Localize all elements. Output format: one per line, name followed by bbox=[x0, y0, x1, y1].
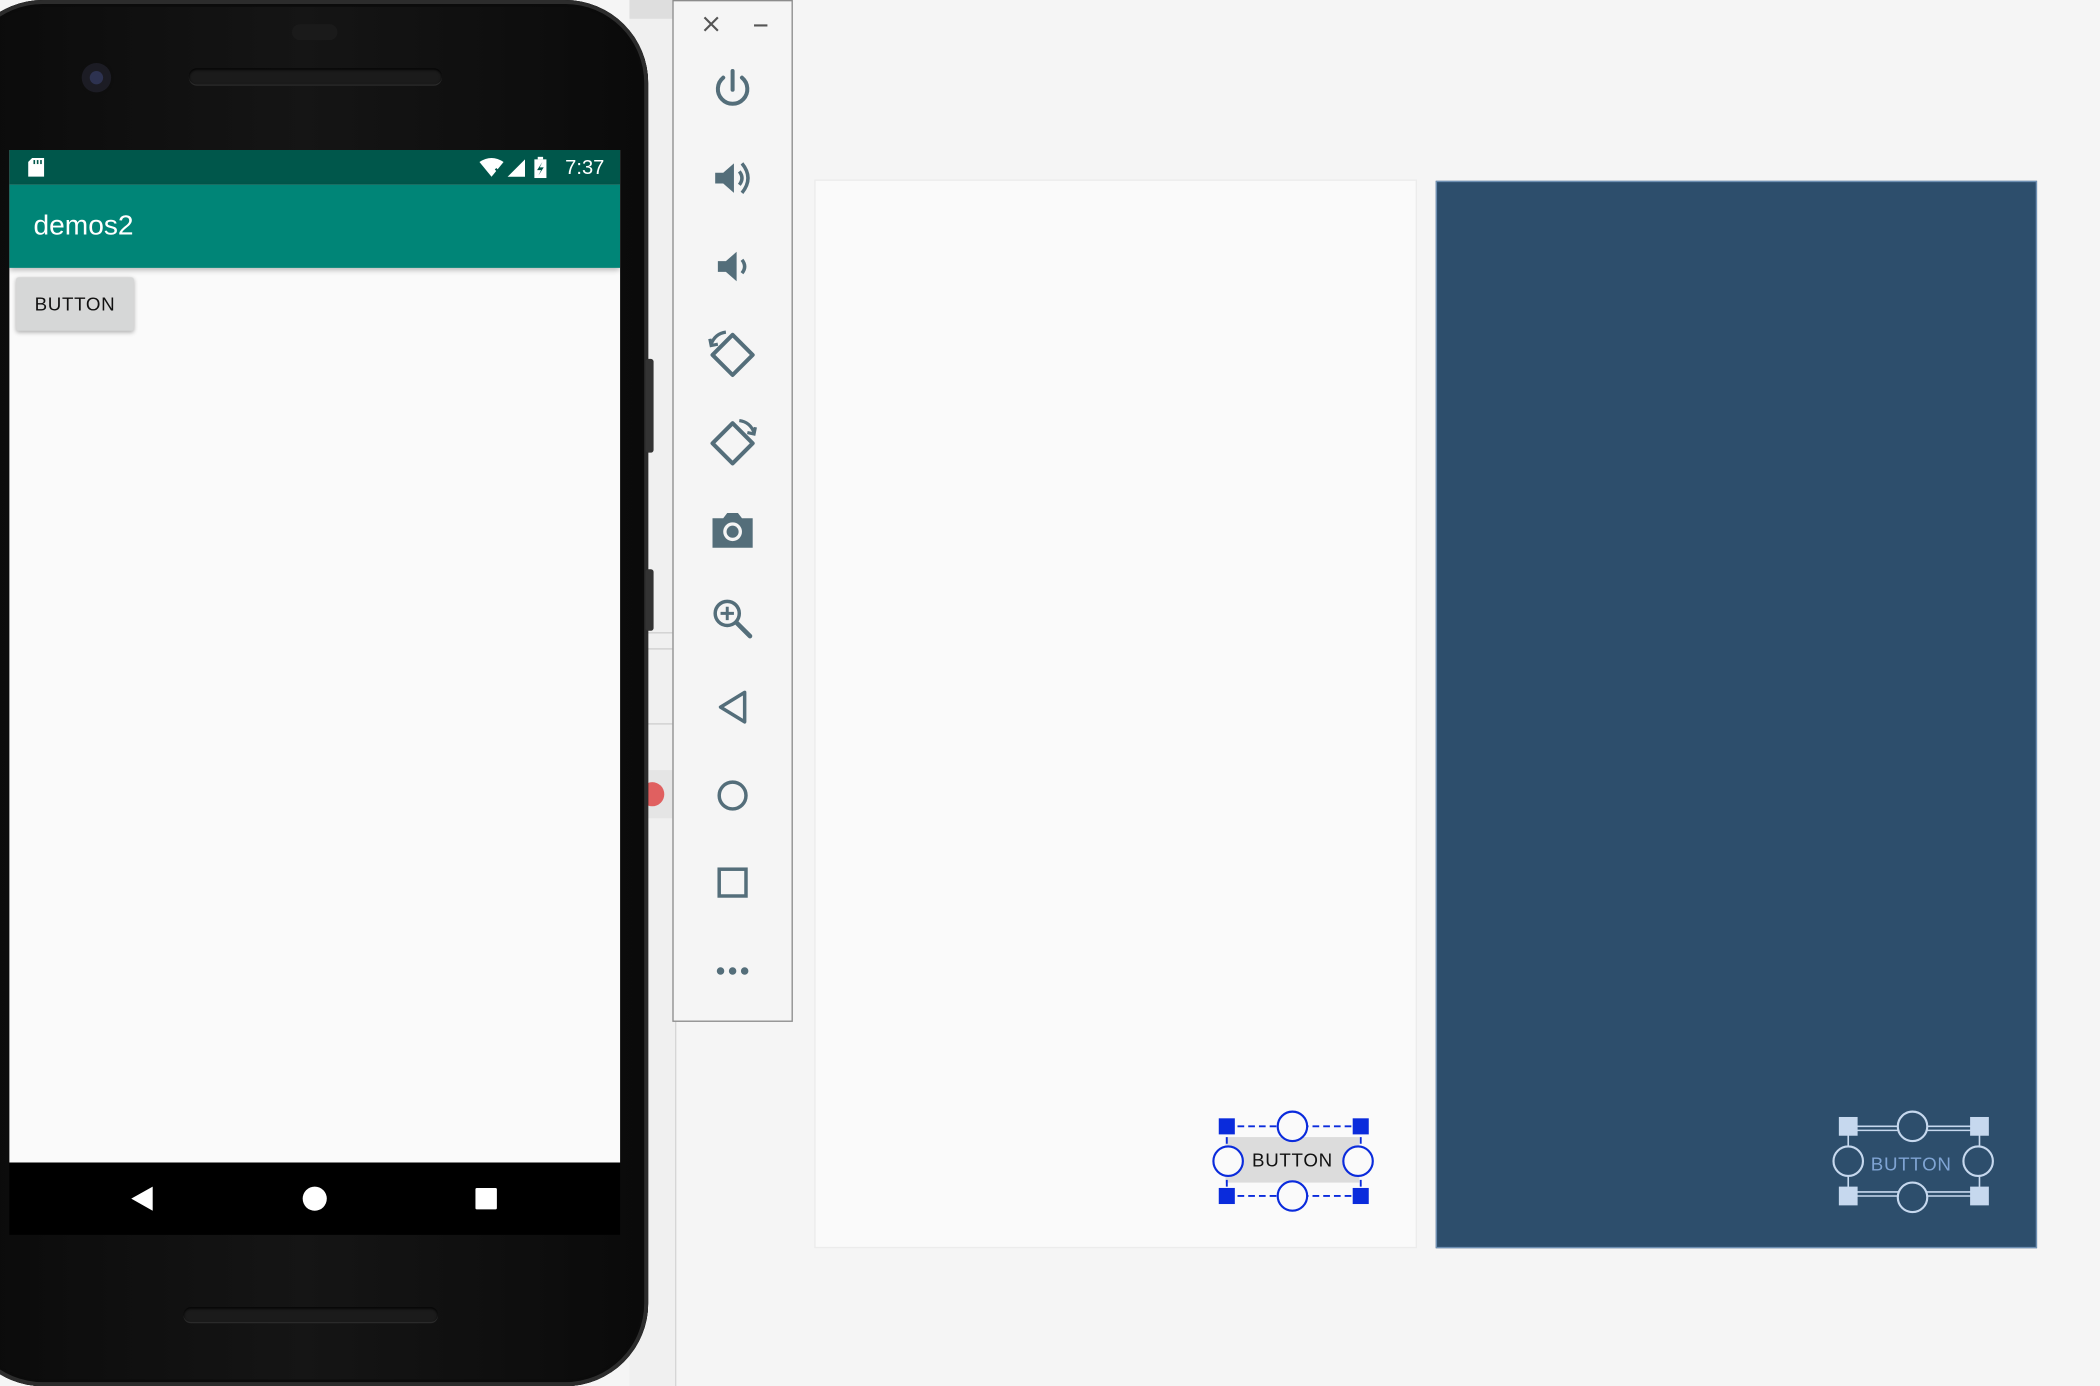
blueprint-surface[interactable] bbox=[1435, 180, 2038, 1249]
close-icon[interactable] bbox=[699, 12, 723, 36]
constraint-anchor[interactable] bbox=[1832, 1145, 1865, 1177]
camera-lens bbox=[89, 70, 104, 85]
selection-handles[interactable] bbox=[1207, 1105, 1381, 1212]
resize-handle[interactable] bbox=[1838, 1186, 1858, 1206]
constraint-anchor[interactable] bbox=[1276, 1180, 1309, 1212]
camera-icon[interactable] bbox=[706, 504, 760, 558]
phone-screen: 7:37 demos2 BUTTON bbox=[9, 150, 621, 1163]
home-icon[interactable] bbox=[706, 769, 760, 823]
wifi-icon bbox=[479, 158, 504, 177]
battery-charging-icon bbox=[534, 156, 547, 179]
volume-down-icon[interactable] bbox=[706, 240, 760, 294]
resize-handle[interactable] bbox=[1218, 1118, 1235, 1135]
recents-square-icon[interactable] bbox=[474, 1185, 498, 1212]
zoom-in-icon[interactable] bbox=[706, 592, 760, 646]
volume-up-icon[interactable] bbox=[706, 151, 760, 205]
navigation-bar bbox=[9, 1162, 621, 1235]
sd-card-icon bbox=[28, 158, 45, 177]
resize-handle[interactable] bbox=[1970, 1186, 1989, 1206]
status-icons bbox=[479, 156, 547, 179]
phone-volume-key[interactable] bbox=[645, 569, 654, 631]
resize-handle[interactable] bbox=[1352, 1118, 1369, 1135]
resize-handle[interactable] bbox=[1838, 1116, 1858, 1136]
app-button[interactable]: BUTTON bbox=[16, 277, 134, 331]
bottom-speaker bbox=[183, 1307, 438, 1322]
constraint-anchor[interactable] bbox=[1212, 1145, 1244, 1177]
back-icon[interactable] bbox=[706, 680, 760, 734]
front-sensor bbox=[291, 24, 338, 41]
phone-power-key[interactable] bbox=[645, 358, 654, 453]
resize-handle[interactable] bbox=[1970, 1116, 1989, 1136]
signal-icon bbox=[507, 159, 526, 177]
rotate-left-icon[interactable] bbox=[706, 328, 760, 382]
status-bar: 7:37 bbox=[9, 150, 621, 185]
resize-handle[interactable] bbox=[1352, 1187, 1369, 1205]
home-circle-icon[interactable] bbox=[301, 1185, 328, 1212]
more-icon[interactable] bbox=[706, 944, 760, 998]
constraint-anchor[interactable] bbox=[1276, 1110, 1309, 1143]
constraint-anchor[interactable] bbox=[1896, 1110, 1929, 1143]
strip-top-bar bbox=[629, 0, 676, 19]
blueprint-button[interactable]: BUTTON bbox=[1871, 1153, 1951, 1174]
rotate-right-icon[interactable] bbox=[706, 417, 760, 471]
constraint-anchor[interactable] bbox=[1896, 1181, 1929, 1214]
power-icon[interactable] bbox=[706, 63, 760, 117]
resize-handle[interactable] bbox=[1218, 1187, 1235, 1205]
emulator-toolbar bbox=[672, 0, 793, 1022]
overview-icon[interactable] bbox=[706, 856, 760, 910]
app-title: demos2 bbox=[33, 210, 134, 242]
minimize-icon[interactable] bbox=[749, 12, 773, 36]
constraint-anchor[interactable] bbox=[1962, 1145, 1994, 1177]
earpiece-speaker bbox=[188, 68, 442, 85]
app-bar: demos2 bbox=[9, 184, 621, 268]
constraint-anchor[interactable] bbox=[1342, 1145, 1374, 1177]
design-surface[interactable]: BUTTON bbox=[815, 180, 1416, 1247]
back-triangle-icon[interactable] bbox=[130, 1185, 154, 1212]
status-clock: 7:37 bbox=[565, 156, 605, 180]
